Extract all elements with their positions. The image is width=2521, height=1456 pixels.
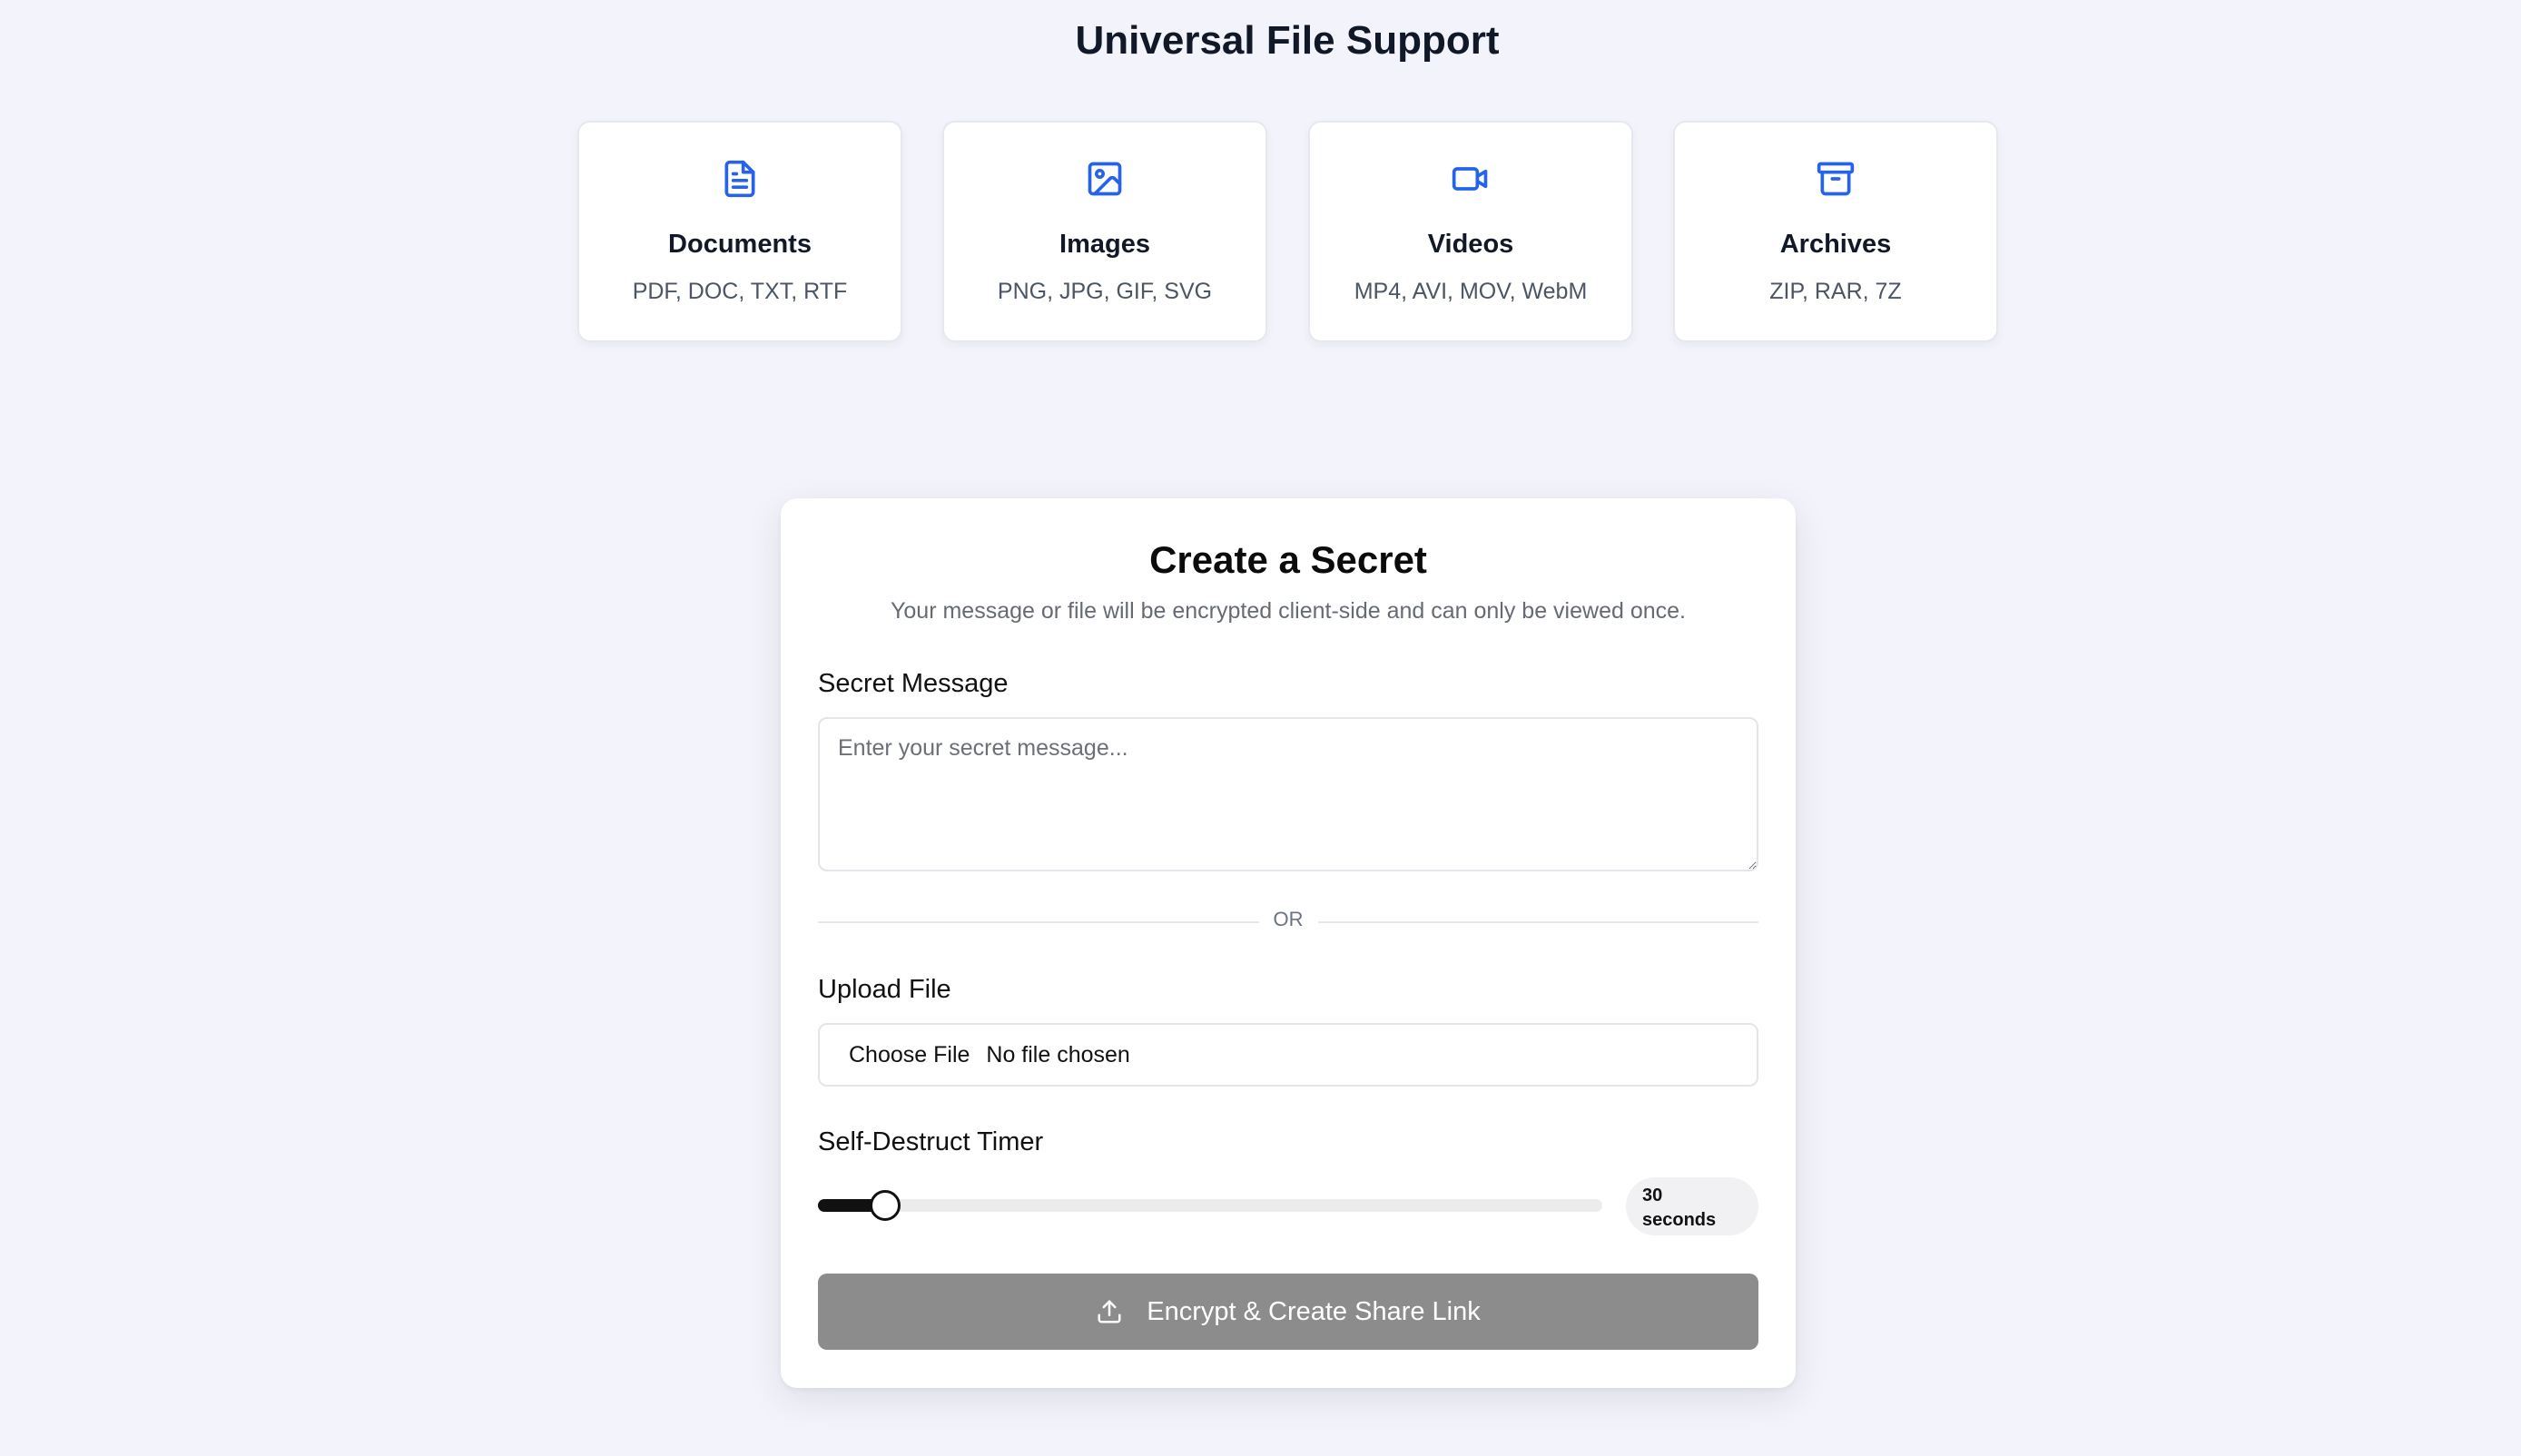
- choose-file-button[interactable]: Choose File: [849, 1042, 970, 1068]
- file-support-title: Universal File Support: [1075, 18, 1500, 63]
- upload-icon: [1098, 1300, 1121, 1323]
- card-formats: MP4, AVI, MOV, WebM: [1354, 279, 1588, 304]
- create-secret-form: Create a Secret Your message or file wil…: [781, 498, 1796, 1388]
- or-divider: OR: [781, 908, 1796, 931]
- secret-message-label: Secret Message: [818, 669, 1009, 698]
- encrypt-create-link-label: Encrypt & Create Share Link: [1147, 1296, 1481, 1326]
- timer-slider-thumb[interactable]: [870, 1190, 901, 1221]
- file-status-text: No file chosen: [986, 1041, 1130, 1067]
- secret-message-input[interactable]: [818, 717, 1758, 871]
- form-title: Create a Secret: [1149, 538, 1427, 581]
- timer-slider[interactable]: [818, 1190, 1602, 1221]
- card-formats: PDF, DOC, TXT, RTF: [632, 279, 848, 304]
- image-icon: [944, 159, 1265, 199]
- card-title: Images: [1059, 230, 1150, 259]
- card-images: Images PNG, JPG, GIF, SVG: [942, 121, 1267, 342]
- card-title: Videos: [1427, 230, 1514, 259]
- form-subtitle: Your message or file will be encrypted c…: [891, 598, 1686, 624]
- card-videos: Videos MP4, AVI, MOV, WebM: [1308, 121, 1633, 342]
- page: Universal File Support Documents PDF, DO…: [0, 0, 2521, 1456]
- card-documents: Documents PDF, DOC, TXT, RTF: [577, 121, 902, 342]
- timer-unit: seconds: [1642, 1210, 1717, 1230]
- video-icon: [1310, 159, 1631, 199]
- upload-file-label: Upload File: [818, 975, 951, 1004]
- file-input[interactable]: Choose File No file chosen: [818, 1023, 1758, 1087]
- archive-icon: [1675, 159, 1996, 199]
- card-title: Archives: [1779, 230, 1892, 259]
- encrypt-create-link-button[interactable]: Encrypt & Create Share Link: [818, 1274, 1758, 1350]
- card-archives: Archives ZIP, RAR, 7Z: [1673, 121, 1998, 342]
- or-divider-text: OR: [1258, 908, 1318, 930]
- timer-value-badge: 30 seconds: [1626, 1177, 1758, 1235]
- timer-value: 30: [1642, 1185, 1663, 1205]
- card-formats: ZIP, RAR, 7Z: [1769, 279, 1902, 304]
- document-icon: [579, 159, 901, 199]
- card-formats: PNG, JPG, GIF, SVG: [997, 279, 1213, 304]
- card-title: Documents: [668, 230, 812, 259]
- self-destruct-timer-label: Self-Destruct Timer: [818, 1127, 1044, 1156]
